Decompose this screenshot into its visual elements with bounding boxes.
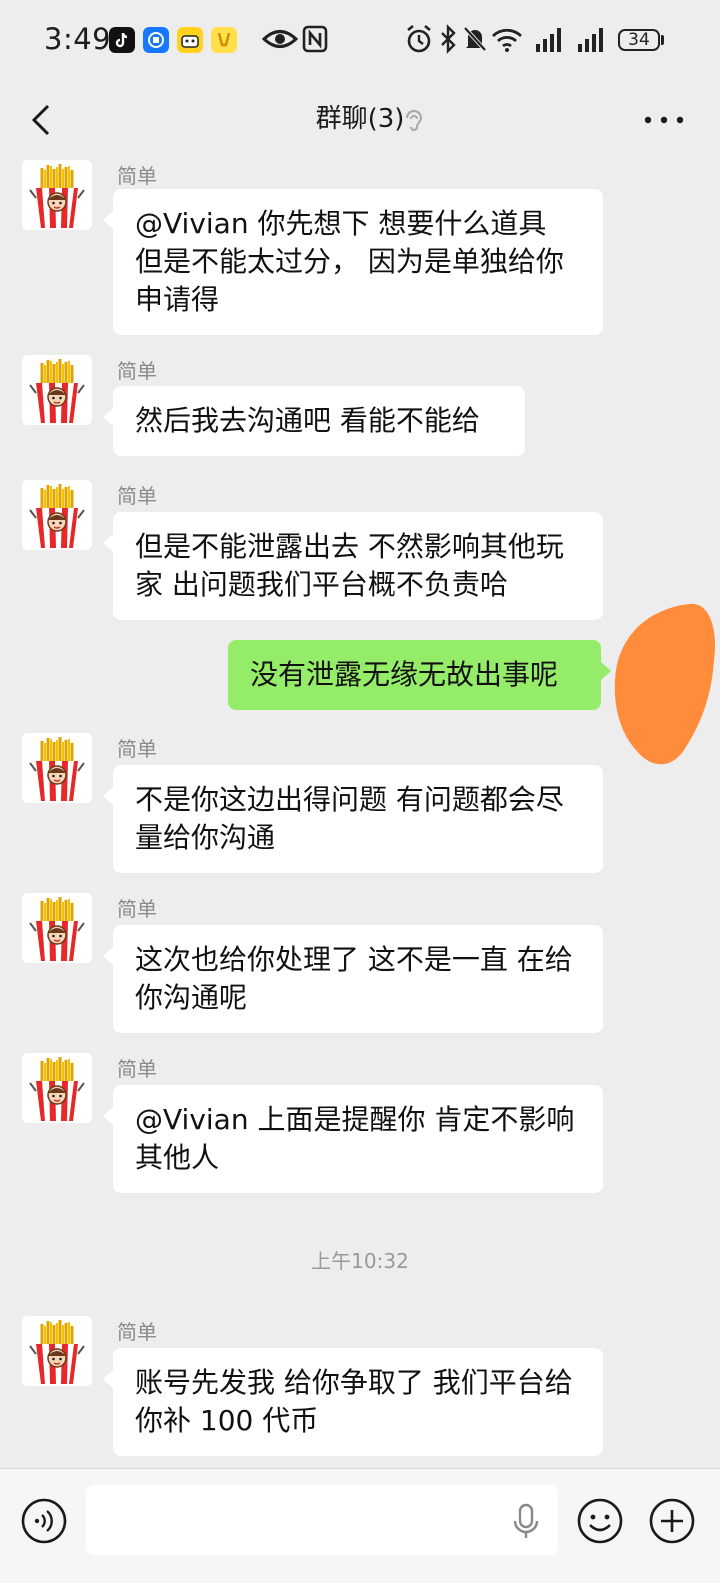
sender-name: 简单 [117, 1320, 157, 1344]
message-bubble[interactable]: 这次也给你处理了 这不是一直 在给你沟通呢 [103, 925, 603, 1033]
plus-icon[interactable] [648, 1497, 696, 1545]
fries-avatar-icon [22, 355, 92, 425]
status-bar: 3:49 34 [0, 0, 720, 80]
fries-avatar-icon [22, 733, 92, 803]
message-bubble[interactable]: 不是你这边出得问题 有问题都会尽量给你沟通 [103, 765, 603, 873]
app-icon [211, 27, 237, 53]
fries-avatar-icon [22, 1053, 92, 1123]
battery-icon: 34 [618, 29, 660, 51]
avatar[interactable] [22, 893, 92, 963]
message-bubble[interactable]: 然后我去沟通吧 看能不能给 [103, 386, 525, 456]
message-bubble-outgoing[interactable]: 没有泄露无缘无故出事呢 [228, 640, 611, 710]
avatar[interactable] [22, 355, 92, 425]
sender-name: 简单 [117, 359, 157, 383]
fries-avatar-icon [22, 893, 92, 963]
message-bubble[interactable]: 但是不能泄露出去 不然影响其他玩家 出问题我们平台概不负责哈 [103, 512, 603, 620]
redaction-mark [614, 603, 715, 765]
sender-name: 简单 [117, 737, 157, 761]
emoji-icon[interactable] [576, 1497, 624, 1545]
timestamp: 上午10:32 [311, 1249, 409, 1273]
status-time: 3:49 [44, 22, 112, 56]
app-icon [143, 27, 169, 53]
page-title: 群聊(3) [0, 98, 720, 135]
nfc-icon [302, 25, 328, 53]
sender-name: 简单 [117, 897, 157, 921]
ear-icon [405, 109, 423, 132]
tiktok-icon [109, 27, 135, 53]
mute-icon [463, 26, 487, 52]
fries-avatar-icon [22, 160, 92, 230]
sender-name: 简单 [117, 164, 157, 188]
avatar[interactable] [22, 160, 92, 230]
sender-name: 简单 [117, 1057, 157, 1081]
message-list[interactable]: 简单 @Vivian 你先想下 想要什么道具 但是不能太过分， 因为是单独给你申… [0, 160, 720, 1468]
message-bubble[interactable]: @Vivian 你先想下 想要什么道具 但是不能太过分， 因为是单独给你申请得 [103, 189, 603, 335]
signal-icon [536, 28, 561, 52]
input-bar [0, 1468, 720, 1583]
sender-name: 简单 [117, 484, 157, 508]
avatar[interactable] [22, 480, 92, 550]
battery-tip [661, 35, 664, 45]
signal-icon [578, 28, 603, 52]
message-input[interactable] [86, 1485, 558, 1555]
chat-title: 群聊(3) [315, 104, 405, 134]
message-bubble[interactable]: 账号先发我 给你争取了 我们平台给你补 100 代币 [103, 1348, 603, 1456]
avatar[interactable] [22, 1053, 92, 1123]
fries-avatar-icon [22, 1316, 92, 1386]
avatar[interactable] [22, 733, 92, 803]
alarm-icon [407, 24, 431, 53]
message-bubble[interactable]: @Vivian 上面是提醒你 肯定不影响其他人 [103, 1085, 603, 1193]
avatar[interactable] [22, 1316, 92, 1386]
fries-avatar-icon [22, 480, 92, 550]
title-bar: 群聊(3) [0, 80, 720, 160]
mic-icon[interactable] [512, 1503, 540, 1541]
voice-icon[interactable] [20, 1497, 68, 1545]
bluetooth-icon [441, 24, 456, 54]
wifi-icon [492, 28, 522, 52]
bilibili-icon [177, 27, 203, 53]
more-icon[interactable] [640, 110, 688, 130]
eye-icon [262, 30, 298, 48]
